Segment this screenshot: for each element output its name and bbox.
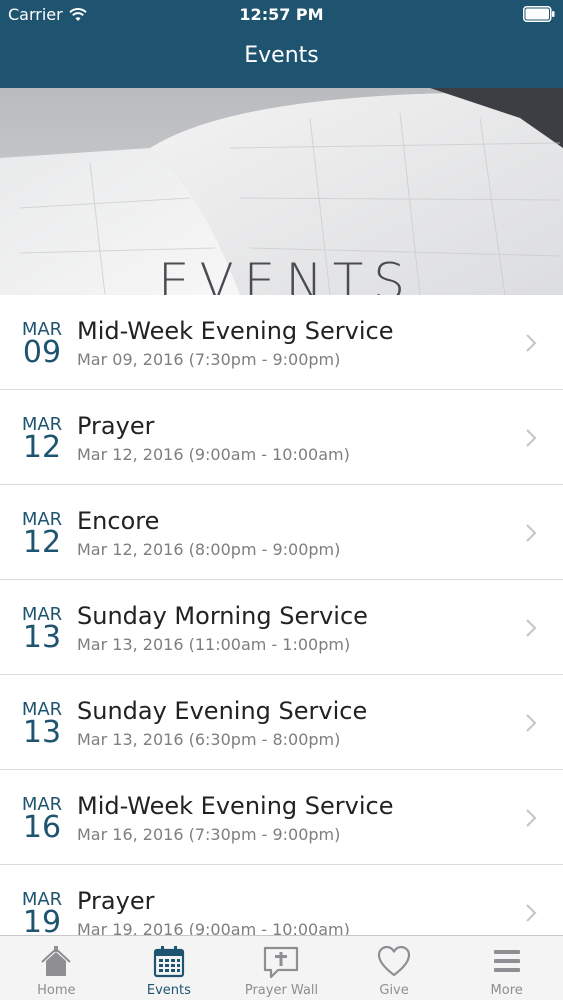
tab-home[interactable]: Home xyxy=(0,936,113,1000)
event-title: Mid-Week Evening Service xyxy=(77,317,394,345)
date-badge: MAR 16 xyxy=(19,796,65,845)
tab-give[interactable]: Give xyxy=(338,936,451,1000)
event-datetime: Mar 12, 2016 (9:00am - 10:00am) xyxy=(77,445,350,464)
event-row[interactable]: MAR 09 Mid-Week Evening Service Mar 09, … xyxy=(0,295,563,390)
event-row[interactable]: MAR 19 Prayer Mar 19, 2016 (9:00am - 10:… xyxy=(0,865,563,935)
home-icon xyxy=(41,946,71,976)
tab-label: Give xyxy=(379,983,409,998)
event-title: Prayer xyxy=(77,412,155,440)
event-day: 19 xyxy=(22,905,62,936)
tab-label: Events xyxy=(146,983,191,998)
date-badge: MAR 09 xyxy=(19,321,65,370)
event-day: 13 xyxy=(22,620,62,655)
event-row[interactable]: MAR 12 Prayer Mar 12, 2016 (9:00am - 10:… xyxy=(0,390,563,485)
event-datetime: Mar 16, 2016 (7:30pm - 9:00pm) xyxy=(77,825,341,844)
chevron-right-icon xyxy=(526,809,537,827)
event-datetime: Mar 09, 2016 (7:30pm - 9:00pm) xyxy=(77,350,341,369)
event-row[interactable]: MAR 16 Mid-Week Evening Service Mar 16, … xyxy=(0,770,563,865)
menu-icon xyxy=(493,950,520,972)
page-title: Events xyxy=(244,43,319,68)
status-time: 12:57 PM xyxy=(239,5,324,24)
chevron-right-icon xyxy=(526,714,537,732)
hero-banner: EVENTS xyxy=(0,88,563,295)
chevron-right-icon xyxy=(526,429,537,447)
prayer-wall-icon xyxy=(264,946,299,979)
event-row[interactable]: MAR 13 Sunday Morning Service Mar 13, 20… xyxy=(0,580,563,675)
events-screen: Carrier 12:57 PM Events EVENTS MAR 09 Mi… xyxy=(0,0,563,1000)
tab-label: Home xyxy=(37,983,76,998)
event-list[interactable]: MAR 09 Mid-Week Evening Service Mar 09, … xyxy=(0,295,563,935)
calendar-icon xyxy=(153,946,184,978)
date-badge: MAR 12 xyxy=(19,416,65,465)
event-day: 12 xyxy=(22,430,62,465)
chevron-right-icon xyxy=(526,524,537,542)
event-datetime: Mar 12, 2016 (8:00pm - 9:00pm) xyxy=(77,540,341,559)
heart-icon xyxy=(377,945,411,977)
tab-label: More xyxy=(490,983,523,998)
tab-bar: Home Events Prayer Wall Give More xyxy=(0,935,563,1000)
event-day: 13 xyxy=(22,715,62,750)
event-datetime: Mar 13, 2016 (11:00am - 1:00pm) xyxy=(77,635,351,654)
battery-icon xyxy=(523,6,555,22)
event-day: 16 xyxy=(22,810,62,845)
event-title: Sunday Morning Service xyxy=(77,602,368,630)
event-title: Sunday Evening Service xyxy=(77,697,368,725)
hero-title: EVENTS xyxy=(157,253,416,295)
date-badge: MAR 19 xyxy=(19,891,65,936)
event-title: Mid-Week Evening Service xyxy=(77,792,394,820)
event-datetime: Mar 19, 2016 (9:00am - 10:00am) xyxy=(77,920,350,935)
status-bar: Carrier 12:57 PM xyxy=(0,0,563,28)
event-row[interactable]: MAR 13 Sunday Evening Service Mar 13, 20… xyxy=(0,675,563,770)
event-row[interactable]: MAR 12 Encore Mar 12, 2016 (8:00pm - 9:0… xyxy=(0,485,563,580)
event-title: Prayer xyxy=(77,887,155,915)
header: Carrier 12:57 PM Events xyxy=(0,0,563,88)
tab-prayer-wall[interactable]: Prayer Wall xyxy=(225,936,338,1000)
event-day: 09 xyxy=(22,335,62,370)
tab-more[interactable]: More xyxy=(450,936,563,1000)
tab-events[interactable]: Events xyxy=(113,936,226,1000)
chevron-right-icon xyxy=(526,334,537,352)
date-badge: MAR 13 xyxy=(19,701,65,750)
chevron-right-icon xyxy=(526,904,537,922)
tab-label: Prayer Wall xyxy=(244,983,319,998)
event-datetime: Mar 13, 2016 (6:30pm - 8:00pm) xyxy=(77,730,341,749)
chevron-right-icon xyxy=(526,619,537,637)
date-badge: MAR 12 xyxy=(19,511,65,560)
event-title: Encore xyxy=(77,507,160,535)
event-day: 12 xyxy=(22,525,62,560)
date-badge: MAR 13 xyxy=(19,606,65,655)
